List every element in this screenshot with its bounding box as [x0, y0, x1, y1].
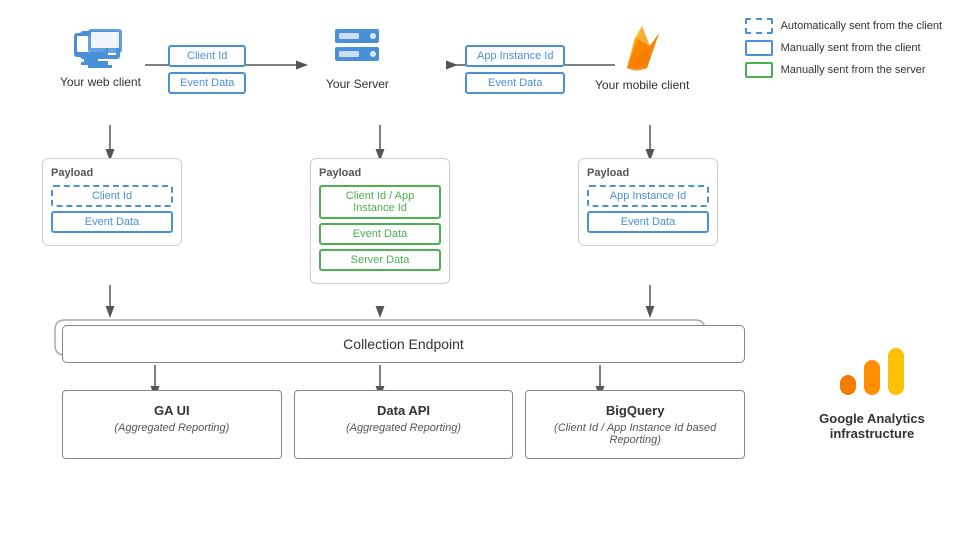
web-client-group: Your web client	[60, 25, 141, 89]
ga-ui-title: GA UI	[71, 403, 273, 418]
collection-endpoint-box: Collection Endpoint	[62, 325, 745, 363]
legend-item-manual-client: Manually sent from the client	[745, 40, 942, 56]
legend-item-auto: Automatically sent from the client	[745, 18, 942, 34]
mobile-client-icon	[617, 18, 667, 76]
mobile-server-boxes: App Instance Id Event Data	[465, 45, 565, 94]
legend-label-auto: Automatically sent from the client	[781, 20, 942, 32]
mobile-payload-event-data: Event Data	[587, 211, 709, 233]
web-server-boxes: Client Id Event Data	[168, 45, 246, 94]
diagram-container: Automatically sent from the client Manua…	[0, 0, 960, 540]
ga-label: Google Analytics infrastructure	[802, 411, 942, 441]
web-payload-event-data: Event Data	[51, 211, 173, 233]
collection-endpoint-label: Collection Endpoint	[343, 336, 464, 352]
bigquery-subtitle: (Client Id / App Instance Id based Repor…	[534, 422, 736, 446]
web-client-screens-icon	[74, 29, 126, 73]
event-data-box-mobile: Event Data	[465, 72, 565, 94]
server-payload-event-data: Event Data	[319, 223, 441, 245]
server-payload-server-data: Server Data	[319, 249, 441, 271]
data-api-title: Data API	[303, 403, 505, 418]
legend-item-manual-server: Manually sent from the server	[745, 62, 942, 78]
server-payload-client-id: Client Id / App Instance Id	[319, 185, 441, 219]
mobile-client-group: Your mobile client	[595, 18, 689, 92]
output-bigquery: BigQuery (Client Id / App Instance Id ba…	[525, 390, 745, 459]
output-row: GA UI (Aggregated Reporting) Data API (A…	[62, 390, 745, 459]
ga-ui-subtitle: (Aggregated Reporting)	[71, 422, 273, 434]
ga-infrastructure: Google Analytics infrastructure	[802, 340, 942, 441]
legend-label-manual-client: Manually sent from the client	[781, 42, 921, 54]
mobile-client-label: Your mobile client	[595, 78, 689, 92]
web-payload-client-id: Client Id	[51, 185, 173, 207]
server-payload-title: Payload	[319, 167, 441, 179]
legend-box-dashed-blue	[745, 18, 773, 34]
data-api-subtitle: (Aggregated Reporting)	[303, 422, 505, 434]
event-data-box-web: Event Data	[168, 72, 246, 94]
bigquery-title: BigQuery	[534, 403, 736, 418]
mobile-payload-title: Payload	[587, 167, 709, 179]
mobile-payload-block: Payload App Instance Id Event Data	[578, 158, 718, 246]
mobile-payload-instance-id: App Instance Id	[587, 185, 709, 207]
legend-box-solid-blue	[745, 40, 773, 56]
web-client-label: Your web client	[60, 75, 141, 89]
output-data-api: Data API (Aggregated Reporting)	[294, 390, 514, 459]
output-ga-ui: GA UI (Aggregated Reporting)	[62, 390, 282, 459]
web-payload-title: Payload	[51, 167, 173, 179]
client-id-box: Client Id	[168, 45, 246, 67]
legend: Automatically sent from the client Manua…	[745, 18, 942, 78]
server-group: Your Server	[326, 25, 389, 91]
legend-box-solid-green	[745, 62, 773, 78]
ga-chart-icon	[832, 340, 912, 400]
server-icon	[331, 25, 383, 73]
server-label: Your Server	[326, 77, 389, 91]
server-payload-block: Payload Client Id / App Instance Id Even…	[310, 158, 450, 284]
legend-label-manual-server: Manually sent from the server	[781, 64, 926, 76]
app-instance-id-box: App Instance Id	[465, 45, 565, 67]
web-payload-block: Payload Client Id Event Data	[42, 158, 182, 246]
